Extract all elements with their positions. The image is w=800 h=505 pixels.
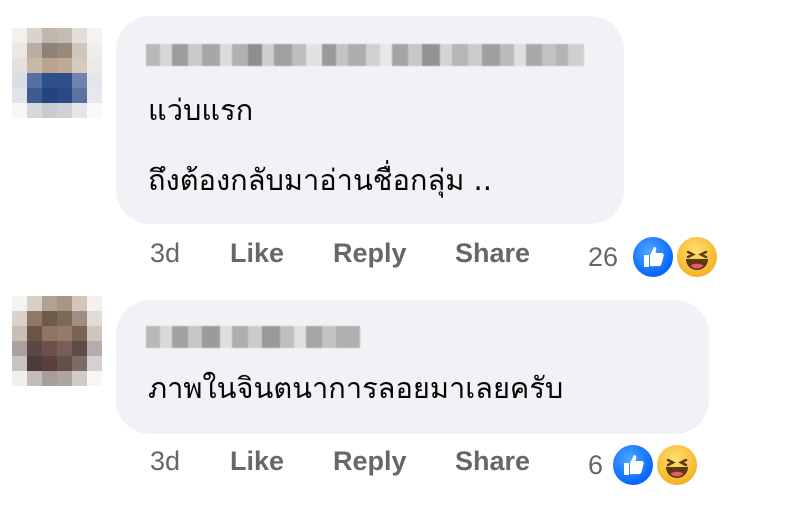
- like-button[interactable]: Like: [230, 446, 284, 477]
- reply-button[interactable]: Reply: [333, 238, 407, 269]
- haha-icon: [674, 234, 720, 280]
- avatar[interactable]: [12, 296, 102, 386]
- comment-text-line: แว่บแรก: [148, 93, 254, 127]
- author-name-redacted[interactable]: [146, 44, 598, 66]
- comment-bubble: [116, 300, 709, 434]
- comment-timestamp[interactable]: 3d: [150, 446, 180, 477]
- author-name-redacted[interactable]: [146, 326, 360, 348]
- like-icon: [610, 442, 656, 488]
- reaction-count[interactable]: 6: [588, 450, 603, 481]
- avatar[interactable]: [12, 28, 102, 118]
- like-icon: [630, 234, 676, 280]
- share-button[interactable]: Share: [455, 446, 530, 477]
- comment-text-line: ภาพในจินตนาการลอยมาเลยครับ: [148, 371, 564, 405]
- reply-button[interactable]: Reply: [333, 446, 407, 477]
- reaction-count[interactable]: 26: [588, 242, 618, 273]
- share-button[interactable]: Share: [455, 238, 530, 269]
- comment-timestamp[interactable]: 3d: [150, 238, 180, 269]
- haha-icon: [654, 442, 700, 488]
- comment-text-line: ถึงต้องกลับมาอ่านชื่อกลุ่ม ..: [148, 163, 492, 197]
- like-button[interactable]: Like: [230, 238, 284, 269]
